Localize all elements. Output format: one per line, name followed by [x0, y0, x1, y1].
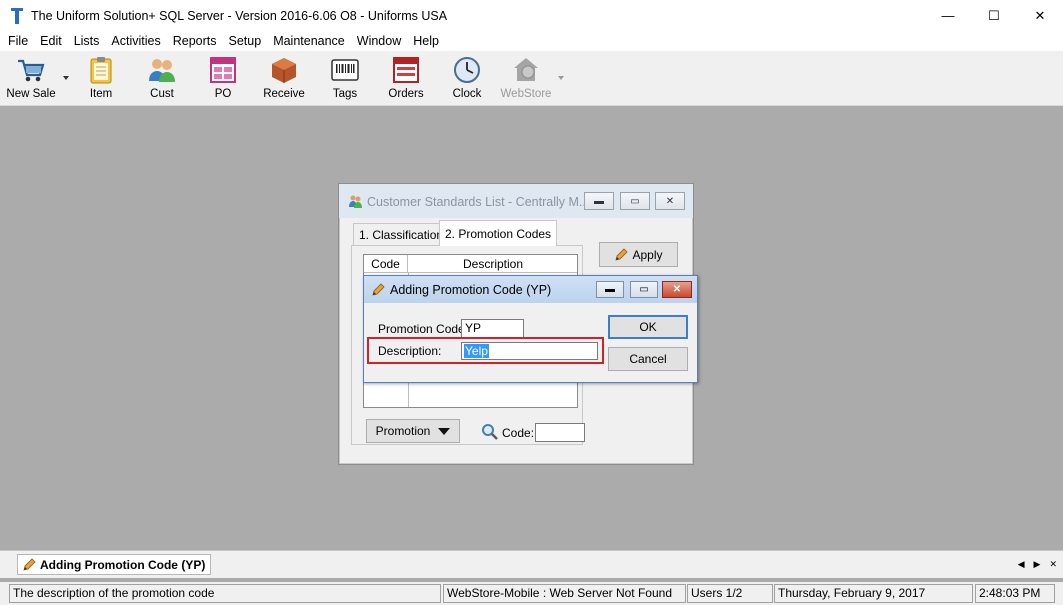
cust-button[interactable]: Cust — [132, 55, 192, 103]
app-logo-icon — [11, 7, 23, 24]
receive-label: Receive — [263, 88, 305, 100]
box-icon — [272, 58, 296, 83]
window-title: The Uniform Solution+ SQL Server - Versi… — [31, 8, 448, 23]
promotion-code-field[interactable]: YP — [461, 319, 524, 338]
task-tab-label: Adding Promotion Code (YP) — [40, 557, 206, 572]
promotion-menu-button[interactable]: Promotion — [366, 419, 460, 443]
cust-label: Cust — [150, 88, 174, 100]
dropdown-arrow-icon — [438, 427, 451, 435]
webstore-label: WebStore — [500, 88, 552, 100]
customers-icon — [349, 195, 362, 208]
tab-promotion-codes[interactable]: 2. Promotion Codes — [439, 220, 558, 246]
cs-close-button[interactable]: ✕ — [655, 192, 685, 210]
dialog-titlebar[interactable]: Adding Promotion Code (YP) ▬ ▭ ✕ — [364, 276, 697, 303]
orders-label: Orders — [388, 88, 424, 100]
clock-icon — [454, 57, 480, 83]
webstore-icon — [514, 58, 538, 81]
adding-promotion-code-dialog: Adding Promotion Code (YP) ▬ ▭ ✕ Promoti… — [363, 275, 698, 383]
new-sale-button[interactable]: New Sale — [1, 55, 61, 103]
maximize-button[interactable]: ☐ — [971, 0, 1017, 31]
window-controls: — ☐ ✕ — [925, 0, 1063, 31]
new-sale-label: New Sale — [6, 88, 56, 100]
receive-button[interactable]: Receive — [254, 55, 314, 103]
tags-button[interactable]: Tags — [315, 55, 375, 103]
menu-activities[interactable]: Activities — [105, 34, 166, 48]
tags-label: Tags — [332, 88, 358, 100]
promotion-code-label: Promotion Code: — [378, 322, 469, 336]
cart-icon — [18, 59, 45, 82]
window-task-strip: Adding Promotion Code (YP) ◀ ▶ ✕ — [0, 550, 1063, 578]
task-tab-adding-promotion-code[interactable]: Adding Promotion Code (YP) — [17, 554, 212, 575]
promotion-button-label: Promotion — [375, 424, 431, 438]
menu-edit[interactable]: Edit — [34, 34, 68, 48]
webstore-dropdown-icon[interactable] — [558, 76, 564, 80]
status-webstore: WebStore-Mobile : Web Server Not Found — [443, 584, 686, 603]
dialog-title: Adding Promotion Code (YP) — [390, 283, 552, 297]
column-header-code[interactable]: Code — [364, 255, 408, 273]
search-icon[interactable] — [481, 423, 499, 441]
status-date: Thursday, February 9, 2017 — [774, 584, 973, 603]
dialog-restore-button[interactable]: ▭ — [630, 281, 658, 298]
item-button[interactable]: Item — [71, 55, 131, 103]
close-window-icon[interactable]: ✕ — [1049, 559, 1057, 570]
menu-bar: File Edit Lists Activities Reports Setup… — [0, 31, 1063, 51]
toolbar: New Sale Item Cust PO Receive Tags Order… — [0, 51, 1063, 106]
customers-icon — [149, 59, 175, 82]
dialog-minimize-button[interactable]: ▬ — [596, 281, 624, 298]
dialog-close-button[interactable]: ✕ — [662, 281, 692, 298]
orders-icon — [393, 57, 419, 83]
column-header-description[interactable]: Description — [409, 255, 577, 273]
new-sale-dropdown-icon[interactable] — [63, 76, 69, 80]
po-button[interactable]: PO — [193, 55, 253, 103]
pencil-icon — [23, 557, 36, 571]
menu-lists[interactable]: Lists — [68, 34, 106, 48]
menu-help[interactable]: Help — [407, 34, 445, 48]
menu-reports[interactable]: Reports — [167, 34, 223, 48]
clipboard-icon — [90, 57, 112, 84]
menu-setup[interactable]: Setup — [223, 34, 268, 48]
minimize-button[interactable]: — — [925, 0, 971, 31]
cancel-button[interactable]: Cancel — [608, 347, 688, 371]
customer-standards-title: Customer Standards List - Centrally M... — [367, 195, 590, 209]
pencil-icon — [372, 283, 385, 296]
cs-restore-button[interactable]: ▭ — [620, 192, 650, 210]
title-bar: The Uniform Solution+ SQL Server - Versi… — [0, 0, 1063, 31]
orders-button[interactable]: Orders — [376, 55, 436, 103]
status-time: 2:48:03 PM — [975, 584, 1055, 603]
barcode-icon — [331, 59, 359, 81]
menu-maintenance[interactable]: Maintenance — [267, 34, 351, 48]
close-button[interactable]: ✕ — [1017, 0, 1063, 31]
code-search-input[interactable] — [535, 423, 585, 442]
grid-header: Code Description — [364, 255, 577, 273]
po-label: PO — [214, 88, 232, 100]
customer-standards-titlebar[interactable]: Customer Standards List - Centrally M...… — [339, 184, 693, 218]
description-highlight-box — [367, 337, 604, 364]
task-nav-arrows: ◀ ▶ ✕ — [1018, 559, 1057, 570]
menu-file[interactable]: File — [2, 34, 34, 48]
status-hint: The description of the promotion code — [9, 584, 441, 603]
pencil-icon — [615, 247, 629, 261]
scroll-left-icon[interactable]: ◀ — [1018, 559, 1025, 570]
item-label: Item — [89, 88, 113, 100]
clock-label: Clock — [452, 88, 482, 100]
cs-minimize-button[interactable]: ▬ — [584, 192, 614, 210]
webstore-button[interactable]: WebStore — [496, 55, 556, 103]
apply-button[interactable]: Apply — [599, 242, 678, 267]
status-bar: The description of the promotion code We… — [0, 582, 1063, 605]
apply-button-label: Apply — [632, 247, 663, 262]
purchase-order-icon — [210, 57, 236, 83]
clock-button[interactable]: Clock — [437, 55, 497, 103]
ok-button[interactable]: OK — [608, 315, 688, 339]
scroll-right-icon[interactable]: ▶ — [1034, 559, 1041, 570]
status-users: Users 1/2 — [687, 584, 773, 603]
menu-window[interactable]: Window — [351, 34, 407, 48]
code-search-label: Code: — [502, 426, 535, 440]
